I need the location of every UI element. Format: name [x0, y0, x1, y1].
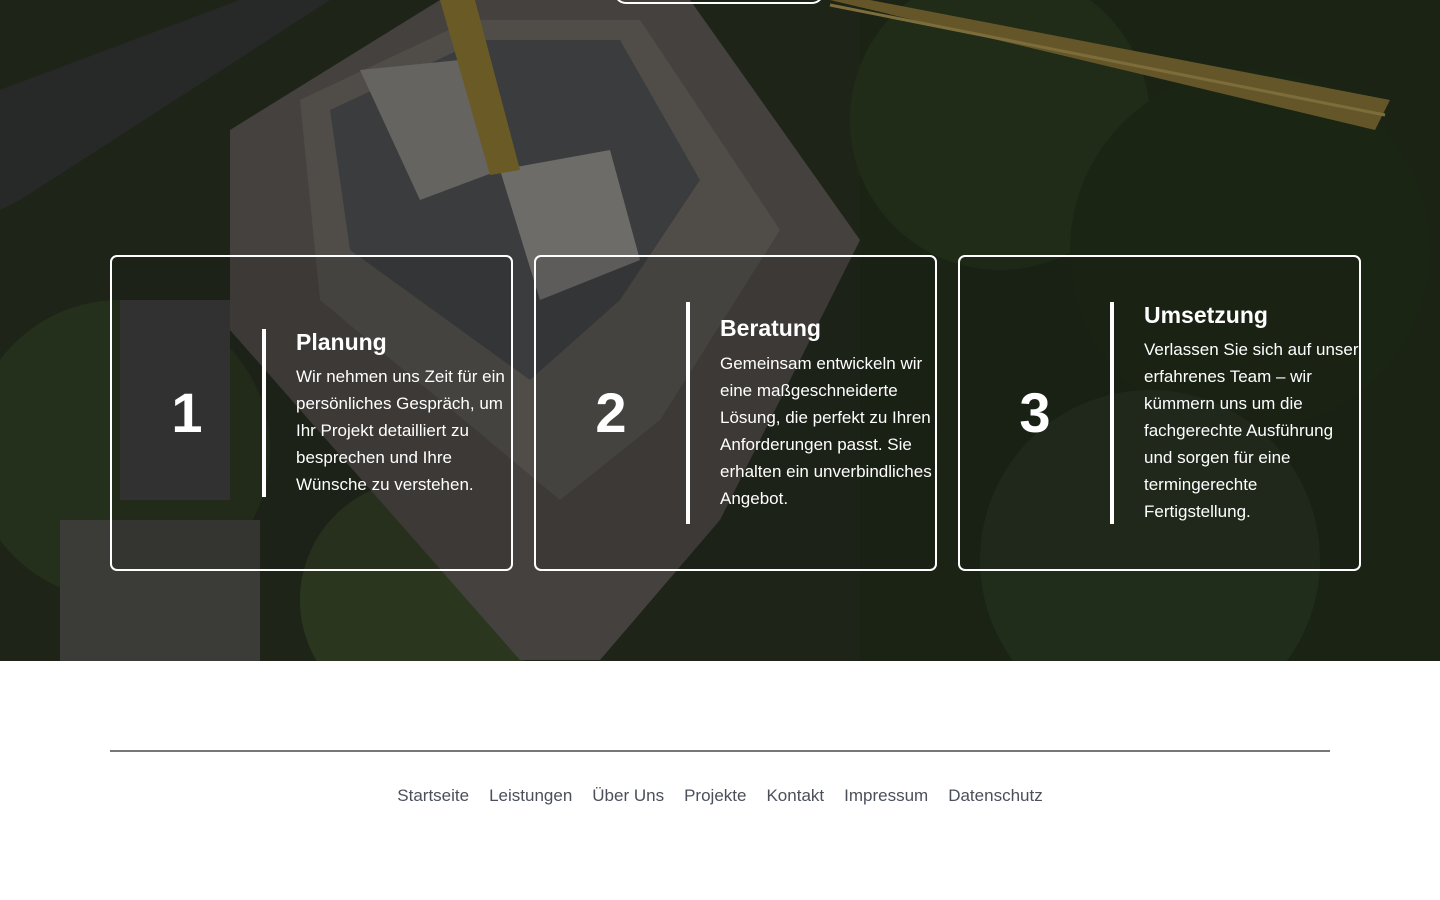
footer-link-datenschutz[interactable]: Datenschutz: [948, 784, 1043, 808]
step-divider: [686, 302, 690, 524]
step-card-planung: 1 Planung Wir nehmen uns Zeit für ein pe…: [110, 255, 513, 571]
step-title: Umsetzung: [1144, 301, 1268, 328]
footer-link-startseite[interactable]: Startseite: [397, 784, 469, 808]
footer-link-impressum[interactable]: Impressum: [844, 784, 928, 808]
footer-divider: [110, 750, 1330, 752]
step-card-beratung: 2 Beratung Gemeinsam entwickeln wir eine…: [534, 255, 937, 571]
step-divider: [262, 329, 266, 497]
step-title: Planung: [296, 328, 387, 355]
step-text: Planung Wir nehmen uns Zeit für ein pers…: [296, 328, 511, 499]
step-text: Umsetzung Verlassen Sie sich auf unser e…: [1144, 301, 1359, 526]
step-card-umsetzung: 3 Umsetzung Verlassen Sie sich auf unser…: [958, 255, 1361, 571]
footer-link-leistungen[interactable]: Leistungen: [489, 784, 572, 808]
step-description: Gemeinsam entwickeln wir eine maßgeschne…: [720, 353, 932, 508]
step-description: Wir nehmen uns Zeit für ein persönliches…: [296, 367, 505, 495]
hero-cta-button-edge[interactable]: [614, 0, 824, 4]
step-divider: [1110, 302, 1114, 524]
process-hero-section: 1 Planung Wir nehmen uns Zeit für ein pe…: [0, 0, 1440, 661]
footer-link-kontakt[interactable]: Kontakt: [766, 784, 824, 808]
step-number: 2: [595, 381, 627, 444]
step-text: Beratung Gemeinsam entwickeln wir eine m…: [720, 314, 935, 512]
footer-nav: Startseite Leistungen Über Uns Projekte …: [0, 784, 1440, 808]
footer-link-ueber-uns[interactable]: Über Uns: [592, 784, 664, 808]
footer-link-projekte[interactable]: Projekte: [684, 784, 746, 808]
step-description: Verlassen Sie sich auf unser erfahrenes …: [1144, 340, 1359, 522]
step-number: 3: [1019, 381, 1051, 444]
step-number: 1: [171, 381, 203, 444]
step-title: Beratung: [720, 315, 821, 342]
process-steps: 1 Planung Wir nehmen uns Zeit für ein pe…: [110, 255, 1361, 571]
